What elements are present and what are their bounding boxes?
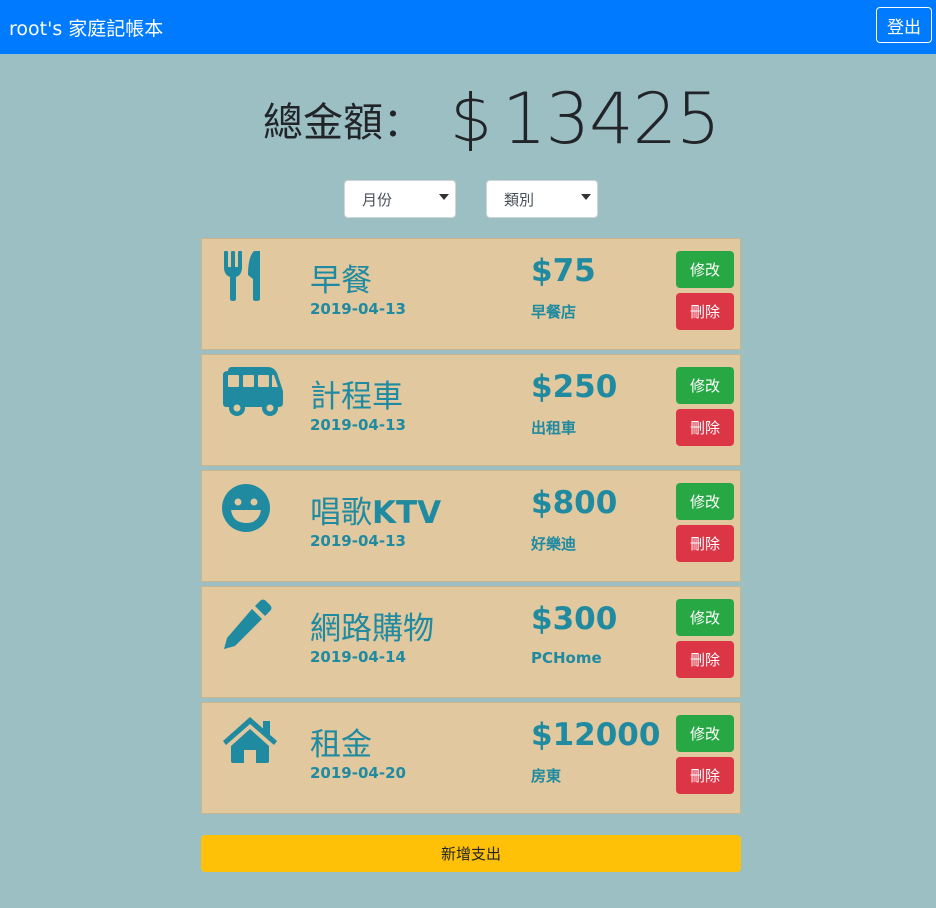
expense-title: 租金: [310, 727, 372, 763]
home-icon: [222, 715, 284, 765]
expense-title: 計程車: [310, 379, 403, 415]
expense-title: 唱歌KTV: [310, 487, 441, 532]
expense-date: 2019-04-13: [310, 416, 406, 434]
edit-button[interactable]: 修改: [676, 715, 734, 752]
utensils-icon: [222, 251, 284, 301]
app-brand[interactable]: root's 家庭記帳本: [9, 14, 163, 41]
expense-date: 2019-04-14: [310, 648, 406, 666]
expense-place: 出租車: [531, 419, 577, 437]
expense-title-suffix: KTV: [372, 495, 442, 531]
expense-title: 網路購物: [310, 611, 434, 647]
expense-amount: $250: [531, 369, 618, 405]
month-select[interactable]: 月份: [344, 180, 456, 218]
edit-button[interactable]: 修改: [676, 251, 734, 288]
category-select[interactable]: 類別: [486, 180, 598, 218]
expense-title-main: 唱歌: [310, 495, 372, 531]
month-select-value: 月份: [362, 190, 393, 209]
delete-button[interactable]: 刪除: [676, 409, 734, 446]
logout-button[interactable]: 登出: [876, 7, 932, 43]
expense-card: 計程車 2019-04-13 $250 出租車 修改 刪除: [201, 354, 741, 466]
total-currency: $: [450, 80, 492, 157]
grin-icon: [222, 483, 284, 533]
delete-button[interactable]: 刪除: [676, 641, 734, 678]
expense-card: 唱歌KTV 2019-04-13 $800 好樂迪 修改 刪除: [201, 470, 741, 582]
expense-place: 好樂迪: [531, 535, 577, 553]
expense-title: 早餐: [310, 263, 372, 299]
navbar: root's 家庭記帳本 登出: [0, 0, 936, 54]
edit-button[interactable]: 修改: [676, 483, 734, 520]
bus-icon: [222, 367, 284, 417]
expense-amount: $12000: [531, 717, 661, 753]
expense-place: 房東: [531, 767, 562, 785]
expense-amount: $75: [531, 253, 596, 289]
expense-amount: $800: [531, 485, 618, 521]
expense-date: 2019-04-13: [310, 532, 406, 550]
edit-button[interactable]: 修改: [676, 367, 734, 404]
total-summary: 總金額： $ 13425: [0, 78, 936, 160]
pencil-icon: [222, 599, 284, 649]
expense-card: 租金 2019-04-20 $12000 房東 修改 刪除: [201, 702, 741, 814]
expense-place: 早餐店: [531, 303, 577, 321]
chevron-down-icon: [439, 194, 449, 200]
expense-card: 網路購物 2019-04-14 $300 PCHome 修改 刪除: [201, 586, 741, 698]
expense-date: 2019-04-13: [310, 300, 406, 318]
chevron-down-icon: [581, 194, 591, 200]
delete-button[interactable]: 刪除: [676, 757, 734, 794]
add-expense-button[interactable]: 新增支出: [201, 835, 741, 872]
total-label: 總金額：: [263, 100, 423, 146]
total-amount: 13425: [502, 78, 721, 160]
expense-date: 2019-04-20: [310, 764, 406, 782]
delete-button[interactable]: 刪除: [676, 525, 734, 562]
expense-card: 早餐 2019-04-13 $75 早餐店 修改 刪除: [201, 238, 741, 350]
edit-button[interactable]: 修改: [676, 599, 734, 636]
expense-place: PCHome: [531, 649, 602, 667]
delete-button[interactable]: 刪除: [676, 293, 734, 330]
expense-amount: $300: [531, 601, 618, 637]
category-select-value: 類別: [504, 190, 535, 209]
